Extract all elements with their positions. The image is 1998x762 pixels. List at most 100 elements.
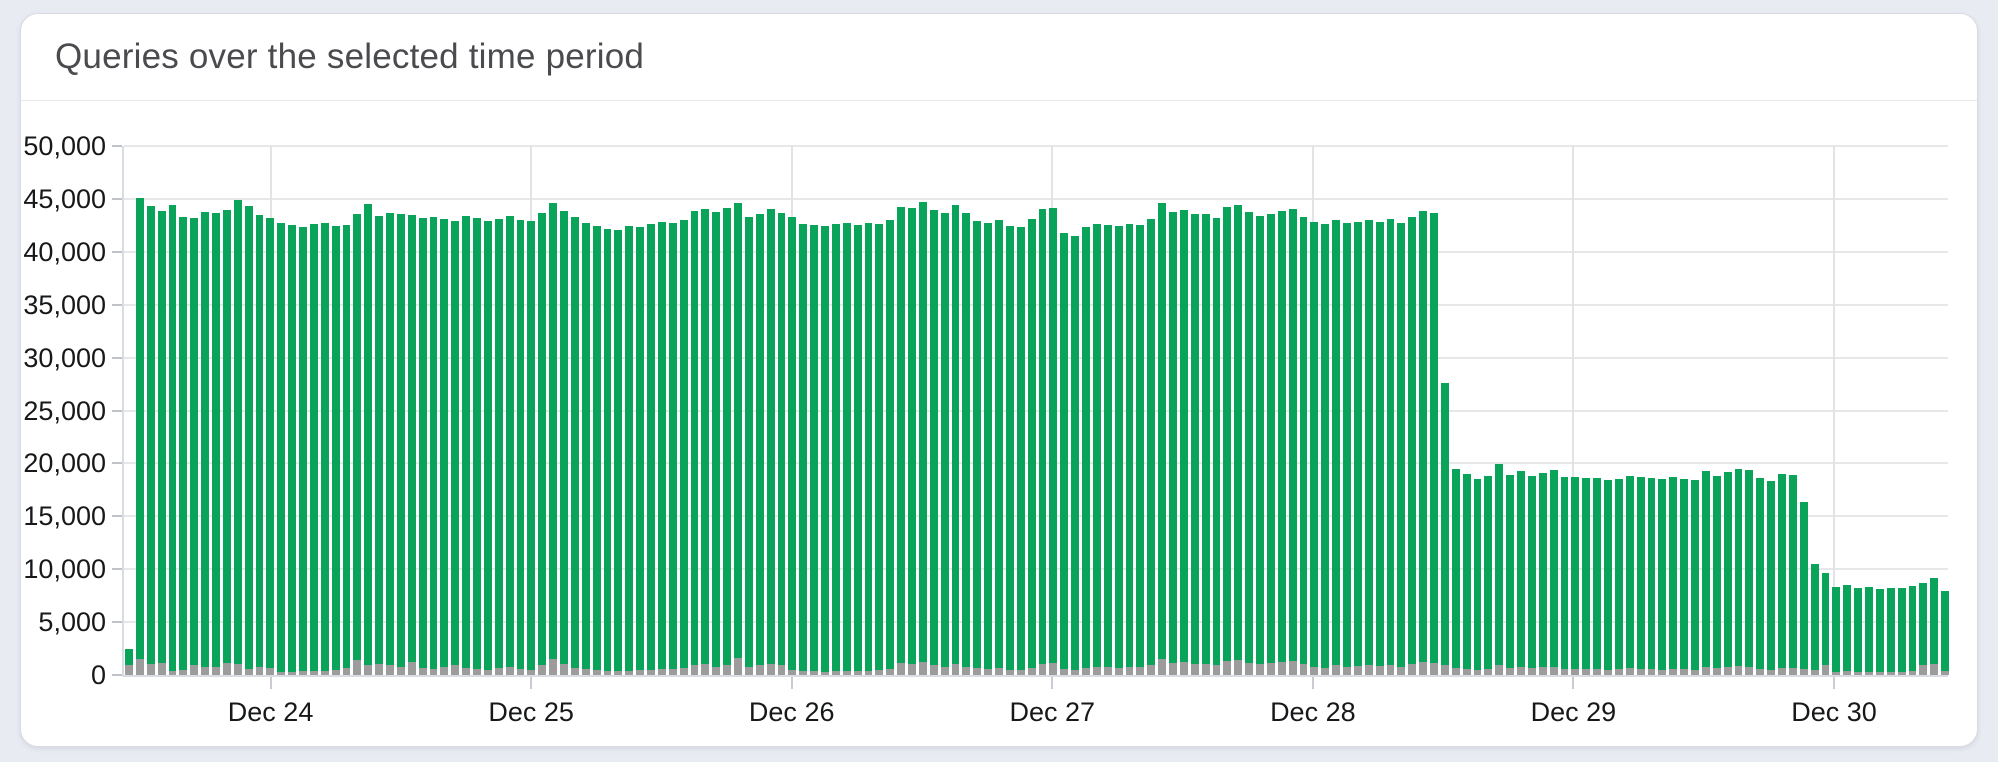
bar[interactable] bbox=[853, 146, 862, 675]
bar[interactable] bbox=[1027, 146, 1036, 675]
bar[interactable] bbox=[288, 146, 296, 675]
bar[interactable] bbox=[135, 146, 144, 675]
bar[interactable] bbox=[1234, 146, 1243, 675]
bar[interactable] bbox=[1538, 146, 1547, 675]
bar[interactable] bbox=[1060, 146, 1069, 675]
bar[interactable] bbox=[897, 146, 905, 675]
bar[interactable] bbox=[810, 146, 818, 675]
bar[interactable] bbox=[1169, 146, 1177, 675]
bar[interactable] bbox=[1038, 146, 1047, 675]
bar[interactable] bbox=[1495, 146, 1504, 675]
bar[interactable] bbox=[222, 146, 231, 675]
bar[interactable] bbox=[1658, 146, 1667, 675]
bar[interactable] bbox=[1767, 146, 1775, 675]
bar[interactable] bbox=[886, 146, 895, 675]
bar[interactable] bbox=[1277, 146, 1286, 675]
bar[interactable] bbox=[1756, 146, 1765, 675]
bar[interactable] bbox=[299, 146, 307, 675]
bar[interactable] bbox=[1223, 146, 1232, 675]
bar[interactable] bbox=[1201, 146, 1210, 675]
bar[interactable] bbox=[940, 146, 949, 675]
bar[interactable] bbox=[1799, 146, 1808, 675]
bar[interactable] bbox=[505, 146, 514, 675]
bar[interactable] bbox=[1484, 146, 1493, 675]
bar[interactable] bbox=[244, 146, 253, 675]
bar[interactable] bbox=[342, 146, 351, 675]
bar[interactable] bbox=[1321, 146, 1330, 675]
bar[interactable] bbox=[1158, 146, 1166, 675]
bar[interactable] bbox=[1049, 146, 1058, 675]
bar[interactable] bbox=[1005, 146, 1014, 675]
bar[interactable] bbox=[1669, 146, 1678, 675]
bar[interactable] bbox=[1810, 146, 1819, 675]
bar[interactable] bbox=[1582, 146, 1591, 675]
bar[interactable] bbox=[875, 146, 884, 675]
bar[interactable] bbox=[1560, 146, 1569, 675]
bar[interactable] bbox=[462, 146, 470, 675]
bar[interactable] bbox=[179, 146, 188, 675]
bar[interactable] bbox=[1430, 146, 1438, 675]
bar[interactable] bbox=[386, 146, 394, 675]
bar[interactable] bbox=[1821, 146, 1830, 675]
bar[interactable] bbox=[1375, 146, 1384, 675]
bar[interactable] bbox=[1788, 146, 1797, 675]
bar[interactable] bbox=[1886, 146, 1895, 675]
bar[interactable] bbox=[1723, 146, 1732, 675]
bar[interactable] bbox=[1136, 146, 1145, 675]
bar[interactable] bbox=[1527, 146, 1536, 675]
bar[interactable] bbox=[1440, 146, 1449, 675]
bar[interactable] bbox=[1147, 146, 1156, 675]
bar[interactable] bbox=[407, 146, 416, 675]
bar[interactable] bbox=[1908, 146, 1917, 675]
bar[interactable] bbox=[668, 146, 677, 675]
bar[interactable] bbox=[516, 146, 525, 675]
bar[interactable] bbox=[679, 146, 688, 675]
bar[interactable] bbox=[766, 146, 775, 675]
bar[interactable] bbox=[1451, 146, 1460, 675]
bar[interactable] bbox=[755, 146, 764, 675]
bar[interactable] bbox=[1897, 146, 1906, 675]
bar[interactable] bbox=[864, 146, 873, 675]
bar[interactable] bbox=[1875, 146, 1884, 675]
bar[interactable] bbox=[918, 146, 927, 675]
bar[interactable] bbox=[331, 146, 340, 675]
bar[interactable] bbox=[1680, 146, 1688, 675]
bar[interactable] bbox=[1190, 146, 1199, 675]
bar[interactable] bbox=[440, 146, 449, 675]
bar[interactable] bbox=[1071, 146, 1079, 675]
bar[interactable] bbox=[788, 146, 797, 675]
bar[interactable] bbox=[527, 146, 536, 675]
bar[interactable] bbox=[1712, 146, 1721, 675]
bar[interactable] bbox=[1778, 146, 1786, 675]
bar[interactable] bbox=[1462, 146, 1471, 675]
bar[interactable] bbox=[1745, 146, 1754, 675]
bar[interactable] bbox=[168, 146, 177, 675]
bar[interactable] bbox=[1843, 146, 1852, 675]
bar[interactable] bbox=[995, 146, 1003, 675]
bar[interactable] bbox=[1082, 146, 1090, 675]
bar[interactable] bbox=[690, 146, 699, 675]
bar[interactable] bbox=[951, 146, 960, 675]
bar[interactable] bbox=[1114, 146, 1123, 675]
bar[interactable] bbox=[1397, 146, 1406, 675]
bar[interactable] bbox=[309, 146, 318, 675]
bar[interactable] bbox=[1212, 146, 1221, 675]
bar[interactable] bbox=[560, 146, 568, 675]
bar[interactable] bbox=[157, 146, 166, 675]
bar[interactable] bbox=[1734, 146, 1743, 675]
bar[interactable] bbox=[1506, 146, 1514, 675]
bar[interactable] bbox=[973, 146, 982, 675]
bar[interactable] bbox=[1179, 146, 1188, 675]
bar[interactable] bbox=[320, 146, 329, 675]
bar[interactable] bbox=[1299, 146, 1308, 675]
bar[interactable] bbox=[1941, 146, 1949, 675]
bar[interactable] bbox=[592, 146, 601, 675]
bar[interactable] bbox=[1517, 146, 1525, 675]
bar[interactable] bbox=[1332, 146, 1340, 675]
bar[interactable] bbox=[1353, 146, 1362, 675]
bar[interactable] bbox=[1288, 146, 1297, 675]
bar[interactable] bbox=[1310, 146, 1319, 675]
bar[interactable] bbox=[712, 146, 721, 675]
bar[interactable] bbox=[636, 146, 644, 675]
bar[interactable] bbox=[375, 146, 383, 675]
